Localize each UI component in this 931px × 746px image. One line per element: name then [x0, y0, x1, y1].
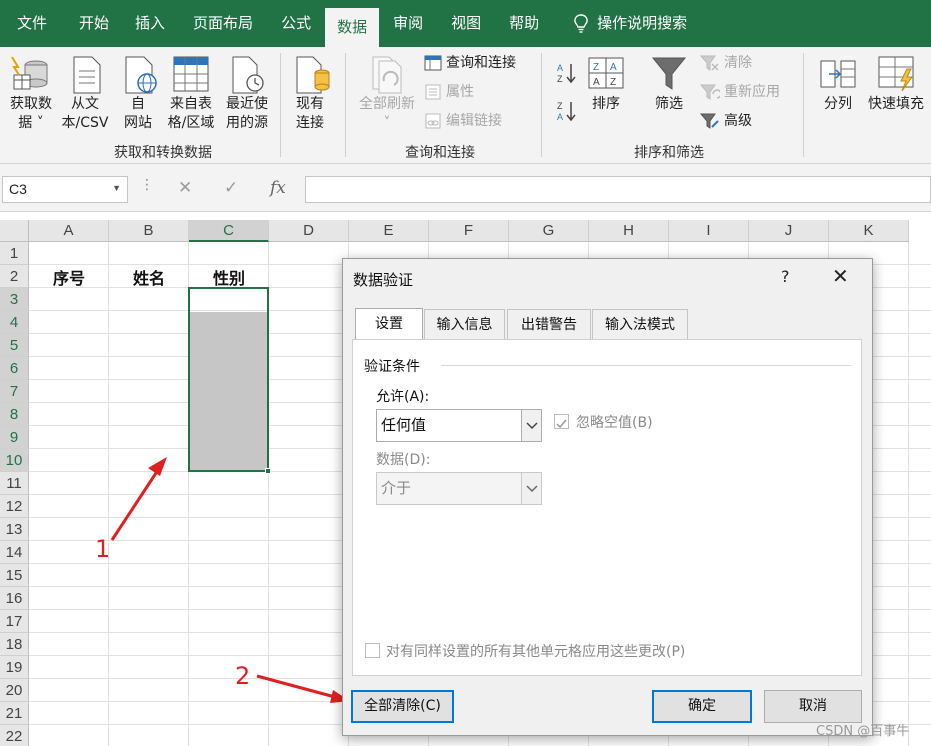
- annotation-label-1: 1: [95, 535, 111, 563]
- close-icon[interactable]: ✕: [832, 264, 849, 288]
- allow-select[interactable]: 任何值: [376, 409, 542, 442]
- cancel-button[interactable]: 取消: [764, 690, 862, 723]
- apply-to-all-label: 对有同样设置的所有其他单元格应用这些更改(P): [386, 644, 686, 660]
- settings-panel: 验证条件 允许(A): 任何值 忽略空值(B) 数据(D): 介于 对有同样设置…: [352, 339, 862, 676]
- validation-criteria-label: 验证条件: [364, 359, 420, 375]
- chevron-down-icon: [526, 422, 538, 430]
- help-icon[interactable]: ?: [781, 267, 790, 286]
- dialog-title: 数据验证: [353, 271, 414, 289]
- watermark: CSDN @百事牛: [816, 724, 910, 739]
- apply-to-all-checkbox[interactable]: [365, 643, 380, 658]
- tab-error-alert[interactable]: 出错警告: [507, 309, 591, 340]
- ignore-blank-label: 忽略空值(B): [576, 415, 653, 431]
- allow-select-arrow[interactable]: [521, 410, 541, 441]
- ok-button[interactable]: 确定: [652, 690, 752, 723]
- ignore-blank-checkbox[interactable]: [554, 414, 569, 429]
- checkmark-icon: [556, 419, 567, 429]
- data-label: 数据(D):: [376, 452, 431, 468]
- tab-input-message[interactable]: 输入信息: [424, 309, 505, 340]
- chevron-down-icon: [526, 485, 538, 493]
- clear-all-button[interactable]: 全部清除(C): [351, 690, 454, 723]
- tab-ime-mode[interactable]: 输入法模式: [592, 309, 688, 340]
- tab-settings[interactable]: 设置: [355, 308, 423, 340]
- data-select-value: 介于: [381, 479, 412, 497]
- annotation-label-2: 2: [235, 662, 251, 690]
- arrow-2-shaft: [256, 674, 336, 699]
- arrow-1-head: [148, 457, 167, 476]
- data-select[interactable]: 介于: [376, 472, 542, 505]
- allow-select-value: 任何值: [381, 416, 427, 434]
- allow-label: 允许(A):: [376, 389, 430, 405]
- data-validation-dialog: 数据验证 ? ✕ 设置 输入信息 出错警告 输入法模式 验证条件 允许(A): …: [342, 258, 873, 736]
- data-select-arrow[interactable]: [521, 473, 541, 504]
- section-divider: [441, 365, 851, 366]
- arrow-1-shaft: [110, 469, 160, 541]
